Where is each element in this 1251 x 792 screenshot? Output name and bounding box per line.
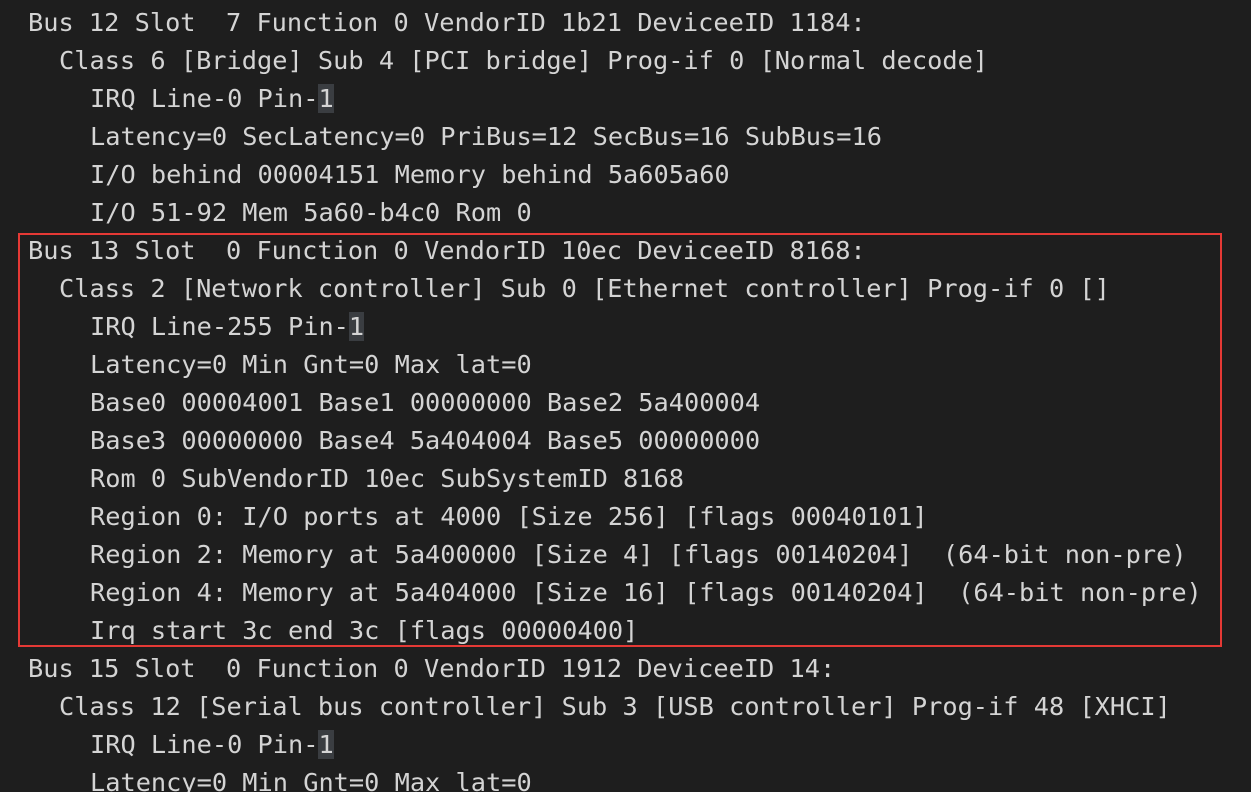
code-line-text: IRQ Line-255 Pin- (90, 312, 349, 341)
code-line-text: Region 4: Memory at 5a404000 [Size 16] [… (90, 578, 1202, 607)
code-line[interactable]: Class 6 [Bridge] Sub 4 [PCI bridge] Prog… (28, 42, 1202, 80)
code-line[interactable]: Region 0: I/O ports at 4000 [Size 256] [… (28, 498, 1202, 536)
code-line[interactable]: Base3 00000000 Base4 5a404004 Base5 0000… (28, 422, 1202, 460)
code-line-text: Rom 0 SubVendorID 10ec SubSystemID 8168 (90, 464, 684, 493)
code-line-text: Base3 00000000 Base4 5a404004 Base5 0000… (90, 426, 761, 455)
code-line[interactable]: Latency=0 SecLatency=0 PriBus=12 SecBus=… (28, 118, 1202, 156)
code-line-text: Bus 13 Slot 0 Function 0 VendorID 10ec D… (28, 236, 866, 265)
code-line-text: Class 6 [Bridge] Sub 4 [PCI bridge] Prog… (59, 46, 989, 75)
code-line[interactable]: Bus 15 Slot 0 Function 0 VendorID 1912 D… (28, 650, 1202, 688)
code-line-text: Class 2 [Network controller] Sub 0 [Ethe… (59, 274, 1110, 303)
match-highlight: 1 (318, 730, 334, 759)
code-line-text: Latency=0 SecLatency=0 PriBus=12 SecBus=… (90, 122, 882, 151)
code-line[interactable]: Bus 12 Slot 7 Function 0 VendorID 1b21 D… (28, 4, 1202, 42)
code-line-text: Region 0: I/O ports at 4000 [Size 256] [… (90, 502, 928, 531)
code-line-text: Base0 00004001 Base1 00000000 Base2 5a40… (90, 388, 761, 417)
code-line[interactable]: Bus 13 Slot 0 Function 0 VendorID 10ec D… (28, 232, 1202, 270)
code-line[interactable]: Latency=0 Min Gnt=0 Max lat=0 (28, 346, 1202, 384)
code-line[interactable]: Rom 0 SubVendorID 10ec SubSystemID 8168 (28, 460, 1202, 498)
match-highlight: 1 (318, 84, 334, 113)
code-line-text: Region 2: Memory at 5a400000 [Size 4] [f… (90, 540, 1187, 569)
code-line[interactable]: Class 2 [Network controller] Sub 0 [Ethe… (28, 270, 1202, 308)
code-line[interactable]: Region 2: Memory at 5a400000 [Size 4] [f… (28, 536, 1202, 574)
code-line[interactable]: IRQ Line-255 Pin-1 (28, 308, 1202, 346)
code-line[interactable]: Irq start 3c end 3c [flags 00000400] (28, 612, 1202, 650)
code-line[interactable]: I/O 51-92 Mem 5a60-b4c0 Rom 0 (28, 194, 1202, 232)
code-line-text: IRQ Line-0 Pin- (90, 730, 319, 759)
match-highlight: 1 (348, 312, 365, 341)
code-line-text: I/O 51-92 Mem 5a60-b4c0 Rom 0 (90, 198, 532, 227)
code-line[interactable]: Latency=0 Min Gnt=0 Max lat=0 (28, 764, 1202, 792)
code-line[interactable]: IRQ Line-0 Pin-1 (28, 726, 1202, 764)
code-line[interactable]: IRQ Line-0 Pin-1 (28, 80, 1202, 118)
text-editor[interactable]: Bus 12 Slot 7 Function 0 VendorID 1b21 D… (0, 0, 1251, 792)
code-line-text: Irq start 3c end 3c [flags 00000400] (90, 616, 639, 645)
code-line[interactable]: Region 4: Memory at 5a404000 [Size 16] [… (28, 574, 1202, 612)
code-line-text: Class 12 [Serial bus controller] Sub 3 [… (59, 692, 1171, 721)
code-line-text: Latency=0 Min Gnt=0 Max lat=0 (90, 350, 532, 379)
code-lines: Bus 12 Slot 7 Function 0 VendorID 1b21 D… (28, 4, 1202, 792)
code-line-text: Bus 15 Slot 0 Function 0 VendorID 1912 D… (28, 654, 836, 683)
code-line[interactable]: I/O behind 00004151 Memory behind 5a605a… (28, 156, 1202, 194)
code-line-text: I/O behind 00004151 Memory behind 5a605a… (90, 160, 730, 189)
code-line[interactable]: Class 12 [Serial bus controller] Sub 3 [… (28, 688, 1202, 726)
code-line-text: Latency=0 Min Gnt=0 Max lat=0 (90, 768, 532, 792)
code-line[interactable]: Base0 00004001 Base1 00000000 Base2 5a40… (28, 384, 1202, 422)
code-line-text: IRQ Line-0 Pin- (90, 84, 319, 113)
code-line-text: Bus 12 Slot 7 Function 0 VendorID 1b21 D… (28, 8, 866, 37)
